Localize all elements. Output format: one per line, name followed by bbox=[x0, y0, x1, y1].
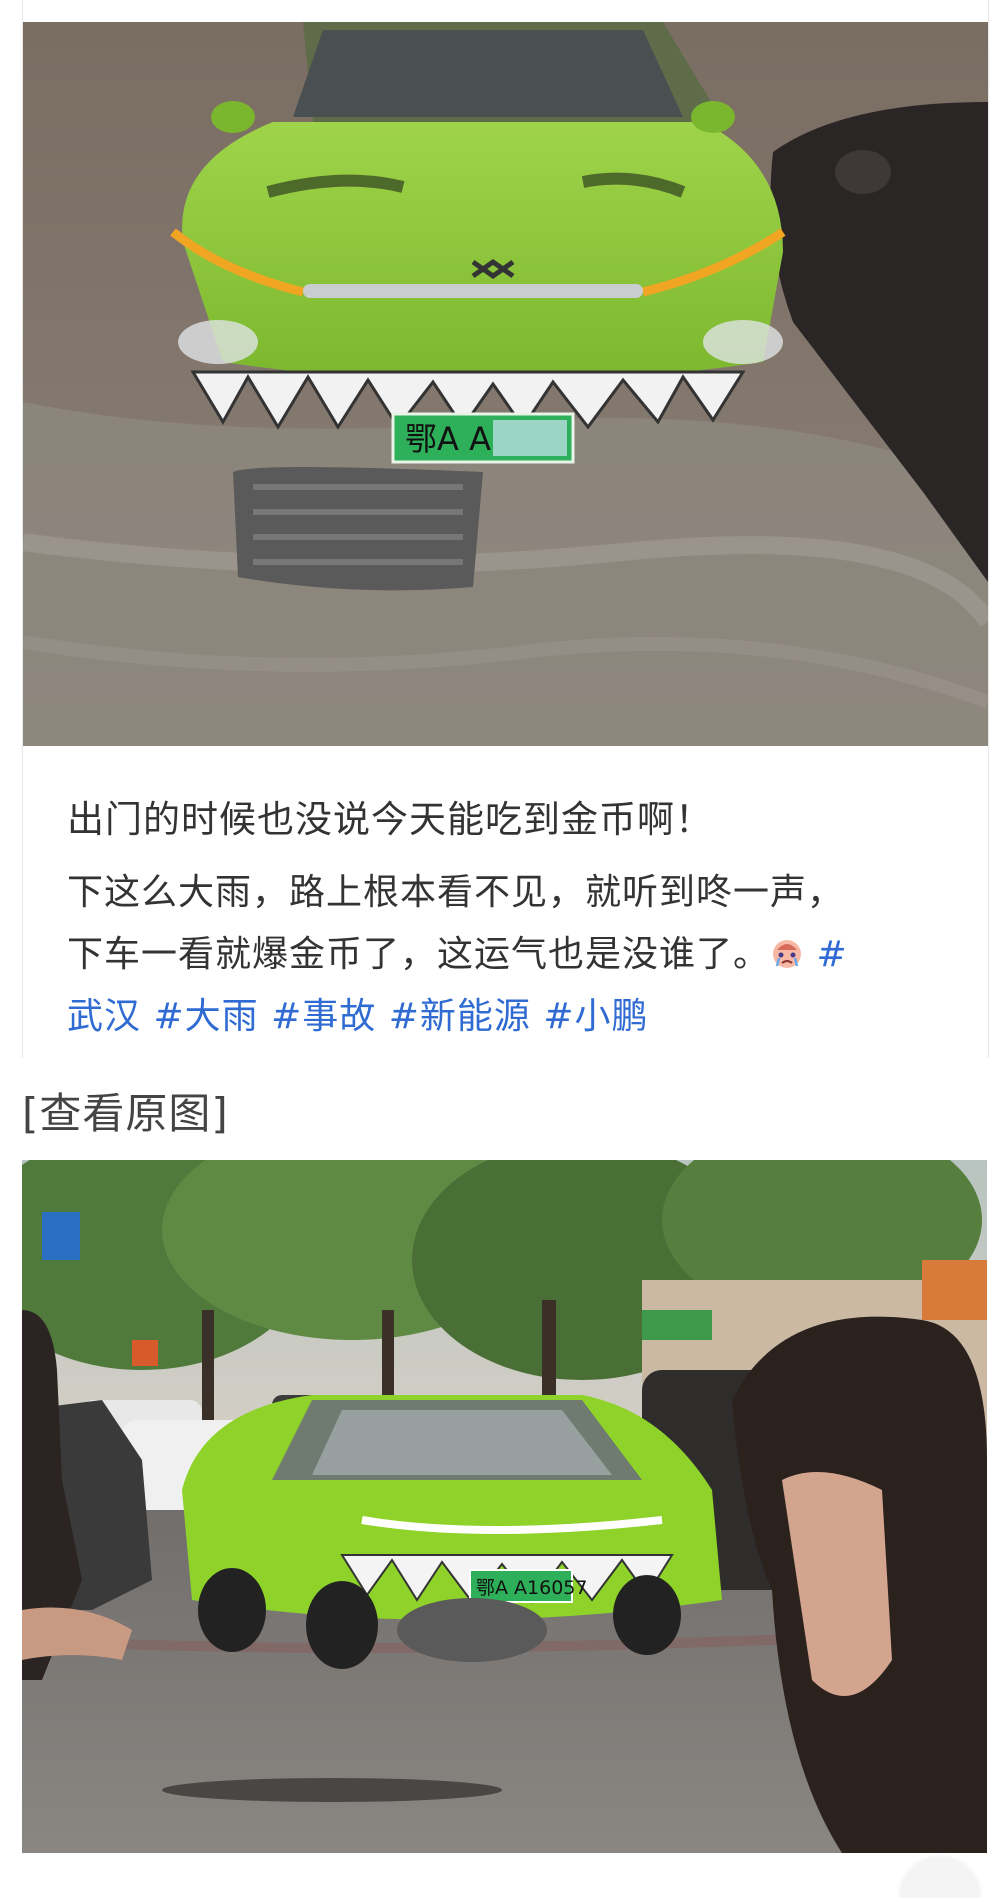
post-body-line-1: 下这么大雨，路上根本看不见，就听到咚一声， bbox=[67, 872, 845, 913]
post-text: 出门的时候也没说今天能吃到金币啊！ 下这么大雨，路上根本看不见，就听到咚一声， … bbox=[67, 790, 967, 1048]
plate-text-1: 鄂A A bbox=[405, 420, 491, 458]
crying-face-icon bbox=[773, 940, 802, 968]
post-photo-street-car[interactable]: 鄂A A16057 bbox=[22, 1160, 987, 1853]
hashtag-xpeng[interactable]: #小鹏 bbox=[543, 996, 648, 1037]
hashtag-new-energy[interactable]: #新能源 bbox=[389, 996, 531, 1037]
hashtag-accident[interactable]: #事故 bbox=[271, 996, 376, 1037]
hashtag-symbol[interactable]: # bbox=[816, 934, 847, 975]
post-title: 出门的时候也没说今天能吃到金币啊！ bbox=[67, 798, 713, 841]
post-body-line-2-wrap: 下车一看就爆金币了，这运气也是没谁了。 # bbox=[67, 924, 967, 986]
post-body: 下这么大雨，路上根本看不见，就听到咚一声， 下车一看就爆金币了，这运气也是没谁了… bbox=[67, 862, 967, 1048]
post-card: 鄂A A 出门的时候也没说今天能吃到金币啊！ 下这么大雨，路上根本看不见，就听到… bbox=[22, 0, 989, 1058]
hashtag-heavy-rain[interactable]: #大雨 bbox=[153, 996, 258, 1037]
hashtag-line: 武汉 #大雨 #事故 #新能源 #小鹏 bbox=[67, 986, 967, 1048]
view-original-link[interactable]: [查看原图] bbox=[22, 1080, 229, 1141]
hashtag-wuhan[interactable]: 武汉 bbox=[67, 996, 141, 1037]
post-body-line-2: 下车一看就爆金币了，这运气也是没谁了。 bbox=[67, 934, 771, 975]
post-photo-flooded-car[interactable]: 鄂A A bbox=[23, 22, 988, 746]
plate-text-2: 鄂A A16057 bbox=[476, 1577, 587, 1599]
floating-action-button[interactable] bbox=[900, 1858, 980, 1898]
